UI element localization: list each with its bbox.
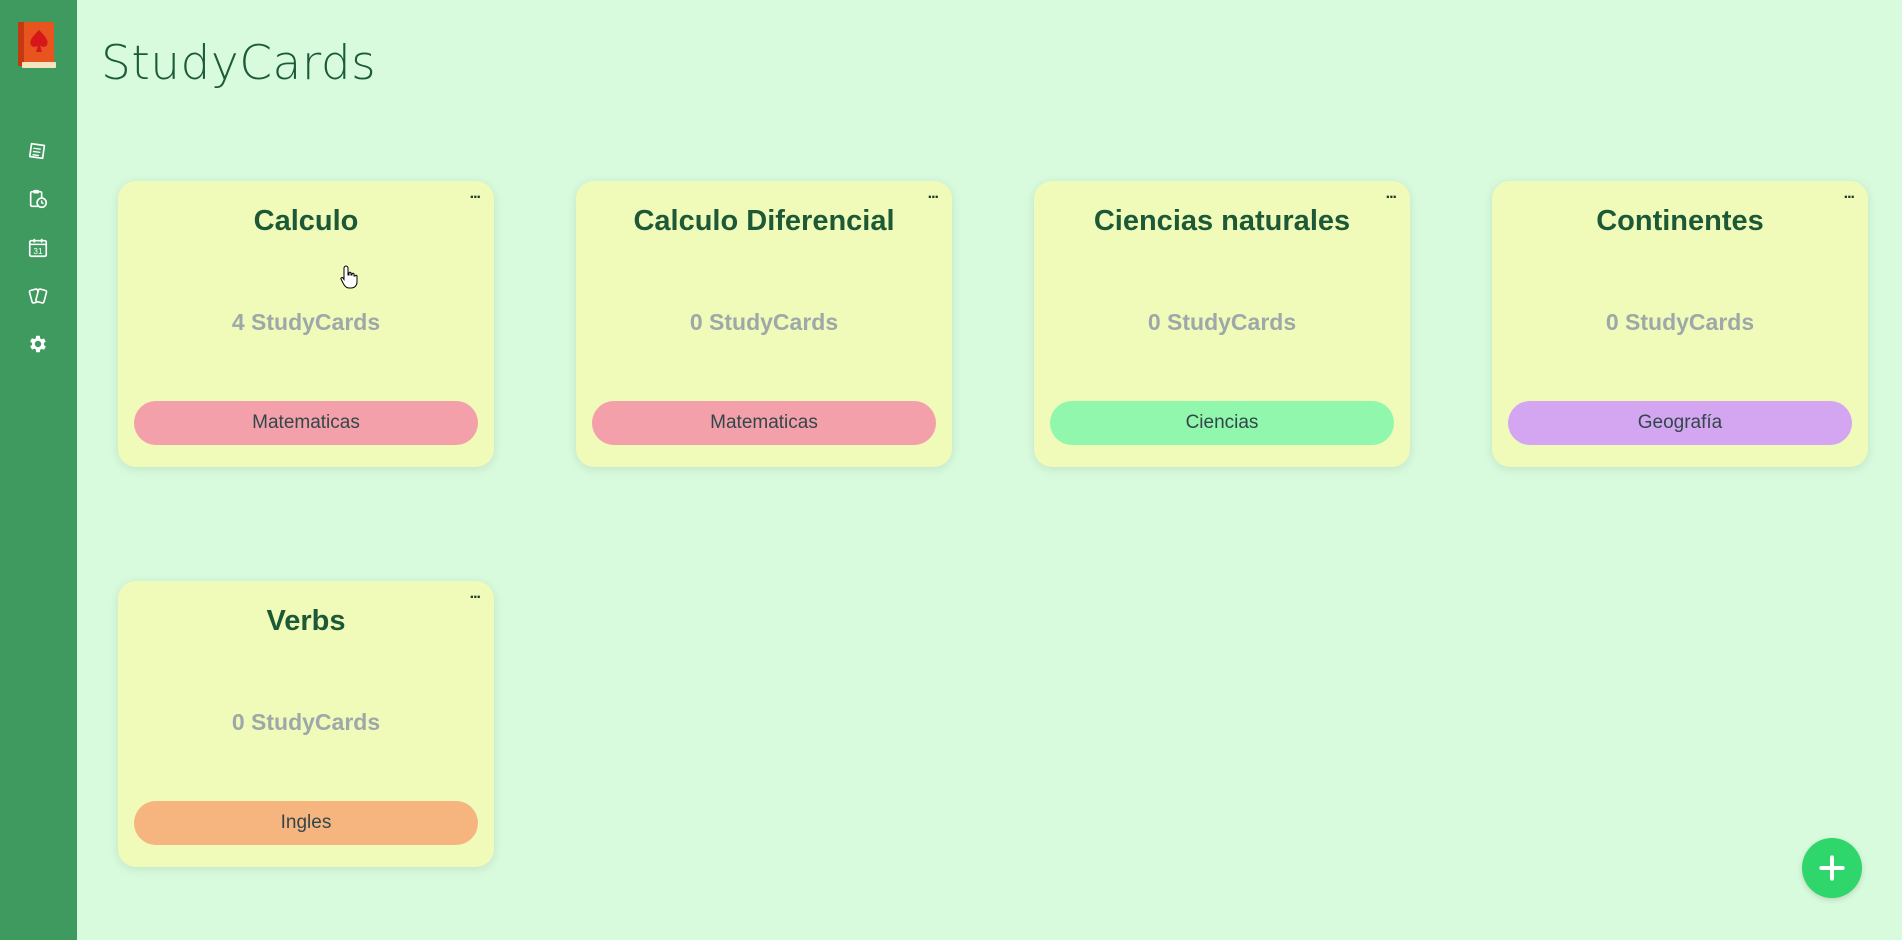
clipboard-clock-icon xyxy=(29,189,48,209)
deck-card-continentes[interactable]: ... Continentes 0 StudyCards Geografía xyxy=(1492,181,1868,467)
gear-icon xyxy=(30,335,46,353)
deck-card-calculo-diferencial[interactable]: ... Calculo Diferencial 0 StudyCards Mat… xyxy=(576,181,952,467)
sidebar-item-calendar[interactable]: 31 xyxy=(22,232,54,264)
deck-tag[interactable]: Ingles xyxy=(134,801,478,845)
deck-title: Calculo xyxy=(253,205,359,237)
page-title: StudyCards xyxy=(101,36,377,91)
hand-cursor-icon xyxy=(340,265,358,289)
card-menu-button[interactable]: ... xyxy=(470,585,481,603)
deck-title: Verbs xyxy=(266,605,346,637)
deck-tag[interactable]: Geografía xyxy=(1508,401,1852,445)
plus-icon xyxy=(1819,855,1845,881)
cards-icon xyxy=(28,288,48,304)
card-menu-button[interactable]: ... xyxy=(1386,185,1397,203)
deck-title: Continentes xyxy=(1596,205,1764,237)
deck-count: 4 StudyCards xyxy=(231,309,381,335)
deck-card-ciencias-naturales[interactable]: ... Ciencias naturales 0 StudyCards Cien… xyxy=(1034,181,1410,467)
app-logo[interactable] xyxy=(16,20,58,70)
add-deck-button[interactable] xyxy=(1802,838,1862,898)
sidebar: 31 xyxy=(0,0,77,940)
deck-count: 0 StudyCards xyxy=(231,709,381,735)
notes-icon xyxy=(28,142,46,160)
calendar-icon: 31 xyxy=(28,238,48,258)
card-menu-button[interactable]: ... xyxy=(928,185,939,203)
deck-count: 0 StudyCards xyxy=(1147,309,1297,335)
deck-title: Calculo Diferencial xyxy=(633,205,895,237)
sidebar-item-cards[interactable] xyxy=(22,280,54,312)
deck-count: 0 StudyCards xyxy=(1605,309,1755,335)
deck-tag[interactable]: Matematicas xyxy=(134,401,478,445)
sidebar-item-settings[interactable] xyxy=(22,328,54,360)
deck-tag[interactable]: Matematicas xyxy=(592,401,936,445)
deck-tag[interactable]: Ciencias xyxy=(1050,401,1394,445)
deck-count: 0 StudyCards xyxy=(689,309,839,335)
calendar-day-label: 31 xyxy=(33,247,43,256)
deck-title: Ciencias naturales xyxy=(1093,205,1351,237)
card-menu-button[interactable]: ... xyxy=(1844,185,1855,203)
deck-card-calculo[interactable]: ... Calculo 4 StudyCards Matematicas xyxy=(118,181,494,467)
card-menu-button[interactable]: ... xyxy=(470,185,481,203)
sidebar-item-pending[interactable] xyxy=(22,183,54,215)
sidebar-item-notes[interactable] xyxy=(22,135,54,167)
deck-card-verbs[interactable]: ... Verbs 0 StudyCards Ingles xyxy=(118,581,494,867)
